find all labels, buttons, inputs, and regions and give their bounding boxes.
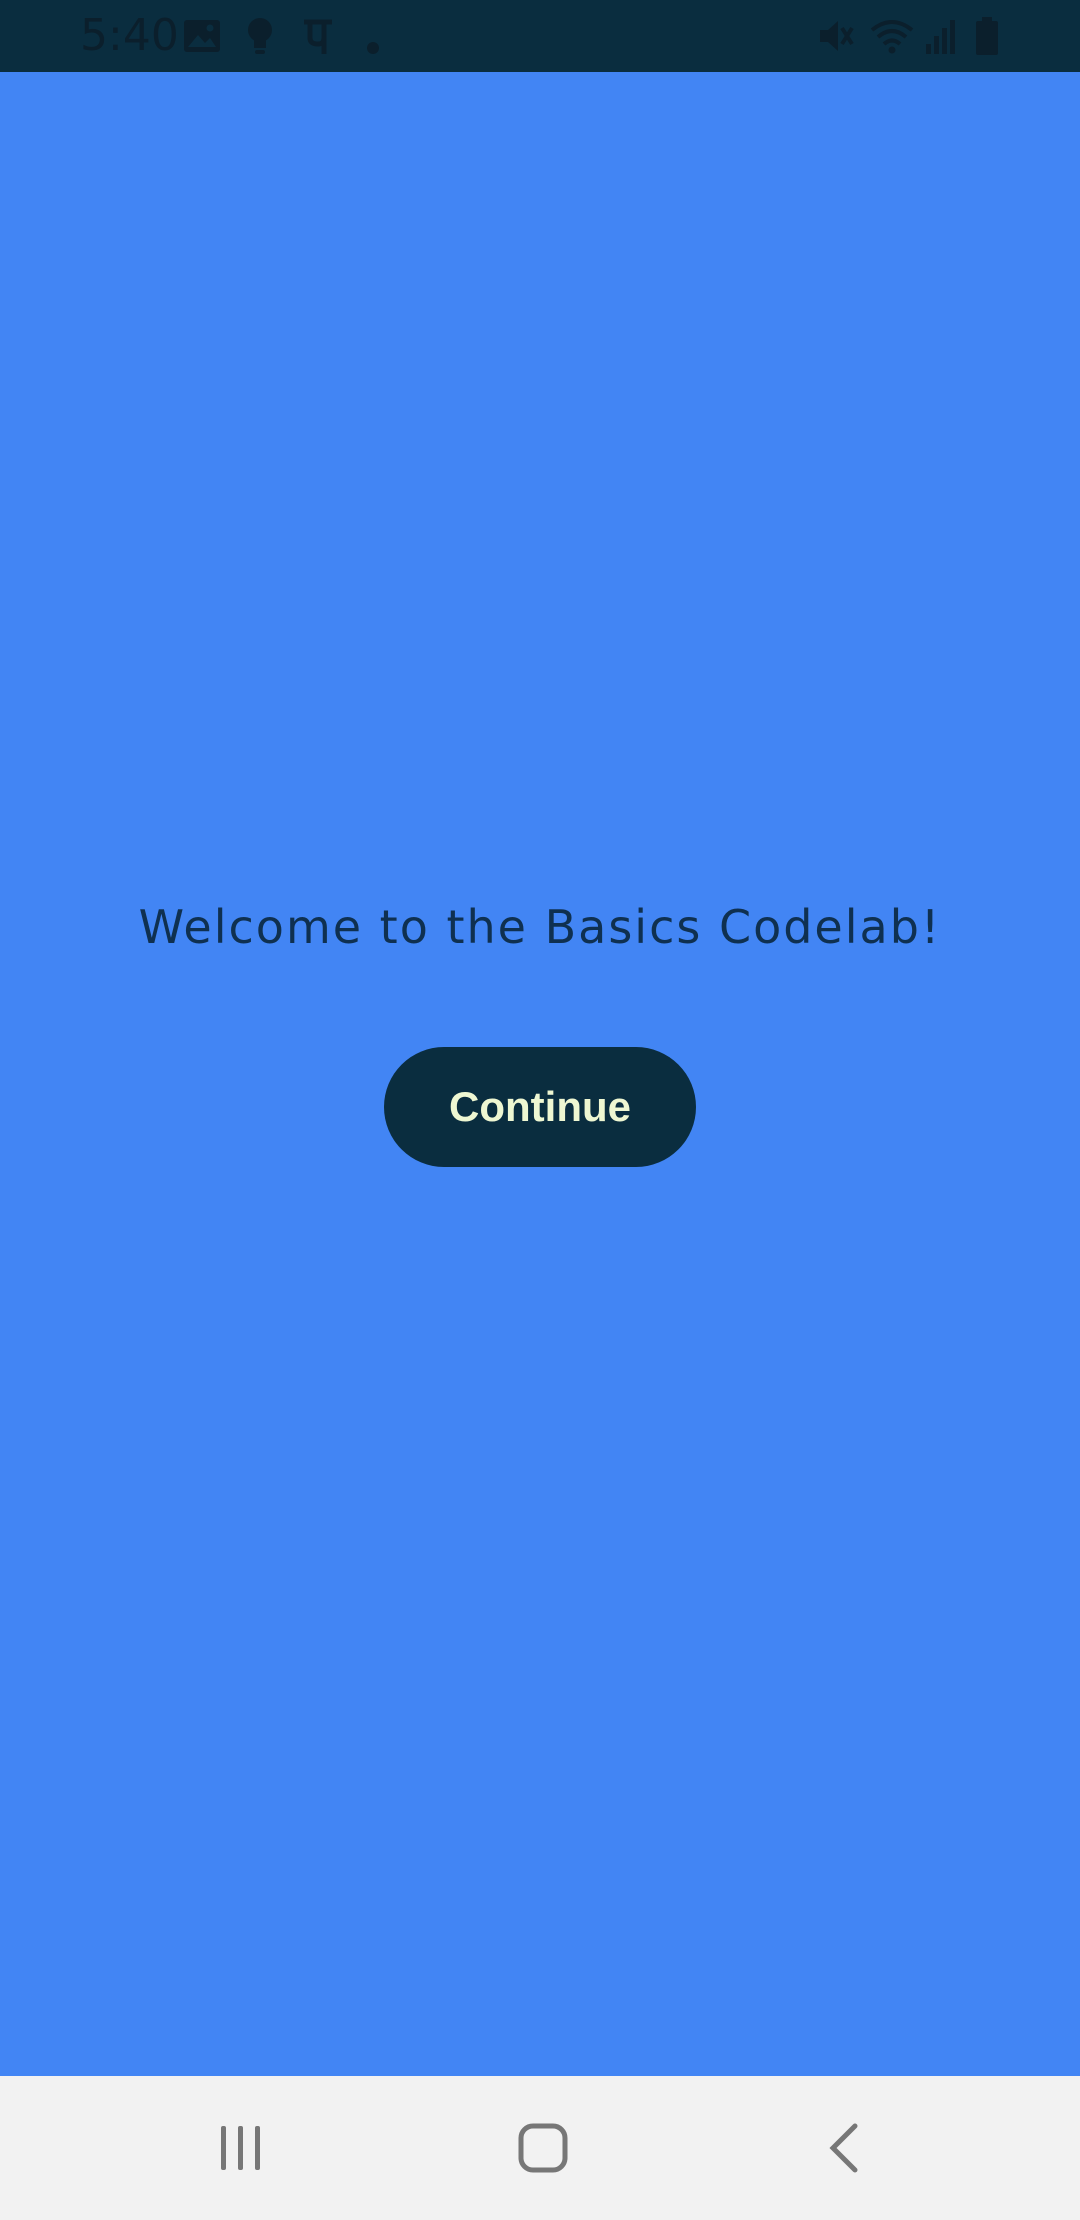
back-icon <box>829 2123 858 2173</box>
mute-icon <box>820 21 854 51</box>
wifi-icon <box>870 20 914 54</box>
continue-button[interactable]: Continue <box>384 1047 696 1167</box>
status-bar: 5:40 <box>0 0 1080 72</box>
signal-icon <box>926 20 955 54</box>
recents-icon <box>221 2126 260 2170</box>
navigation-bar <box>0 2076 1080 2220</box>
image-icon <box>184 20 220 52</box>
recents-button[interactable] <box>191 2098 291 2198</box>
battery-icon <box>976 17 998 55</box>
app-screen: 5:40 Welcome to the Basics Codelab! Cont… <box>0 0 1080 2220</box>
home-icon <box>518 2123 568 2173</box>
bulb-icon <box>248 18 272 54</box>
home-button[interactable] <box>493 2098 593 2198</box>
welcome-text: Welcome to the Basics Codelab! <box>138 900 942 954</box>
back-button[interactable] <box>795 2098 895 2198</box>
status-time: 5:40 <box>80 10 179 61</box>
phonepe-icon <box>304 19 332 54</box>
dot-icon <box>367 42 379 54</box>
